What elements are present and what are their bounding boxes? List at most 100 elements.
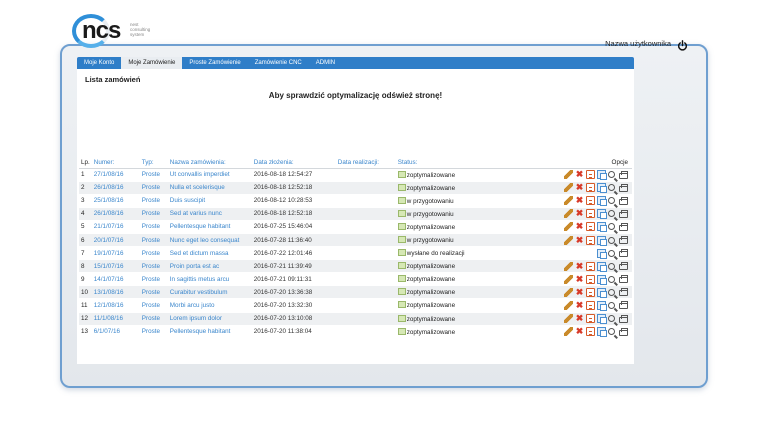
row-number[interactable]: 27/1/08/16	[91, 168, 140, 182]
copy-icon[interactable]	[597, 287, 607, 298]
zoom-icon[interactable]	[608, 223, 615, 231]
document-icon[interactable]	[586, 209, 595, 219]
row-name[interactable]: Sed et dictum massa	[167, 246, 252, 261]
power-icon[interactable]	[677, 38, 688, 51]
pencil-icon[interactable]	[564, 274, 573, 284]
delete-icon[interactable]: ✖	[575, 235, 584, 245]
print-icon[interactable]	[619, 209, 628, 218]
delete-icon[interactable]: ✖	[575, 314, 584, 323]
row-number[interactable]: 11/1/08/16	[91, 312, 140, 326]
zoom-icon[interactable]	[608, 236, 615, 244]
row-type[interactable]: Proste	[139, 246, 168, 261]
zoom-icon[interactable]	[608, 328, 615, 336]
zoom-icon[interactable]	[608, 275, 615, 283]
delete-icon[interactable]: ✖	[575, 274, 584, 284]
header-status[interactable]: Status:	[395, 157, 496, 169]
row-type[interactable]: Proste	[139, 312, 168, 326]
pencil-icon[interactable]	[564, 261, 573, 271]
row-name[interactable]: Pellentesque habitant	[167, 325, 252, 339]
document-icon[interactable]	[586, 170, 595, 180]
table-row[interactable]: 1 27/1/08/16 Proste Ut convallis imperdiet 2…	[79, 168, 632, 182]
row-name[interactable]: Sed at varius nunc	[167, 207, 252, 221]
document-icon[interactable]	[586, 235, 595, 245]
zoom-icon[interactable]	[608, 171, 615, 179]
row-number[interactable]: 26/1/08/16	[91, 181, 140, 195]
tab-zamowienie-cnc[interactable]: Zamówienie CNC	[248, 57, 309, 69]
row-type[interactable]: Proste	[139, 272, 168, 287]
zoom-icon[interactable]	[608, 315, 615, 323]
table-row[interactable]: 7 19/1/07/16 Proste Sed et dictum massa 2016…	[79, 246, 632, 261]
zoom-icon[interactable]	[608, 301, 615, 309]
document-icon[interactable]	[586, 261, 595, 271]
pencil-icon[interactable]	[564, 314, 573, 324]
table-row[interactable]: 9 14/1/07/16 Proste In sagittis metus arcu 2…	[79, 272, 632, 287]
row-name[interactable]: Nunc eget leo consequat	[167, 233, 252, 248]
print-icon[interactable]	[619, 327, 628, 336]
copy-icon[interactable]	[597, 314, 607, 325]
row-name[interactable]: Lorem ipsum dolor	[167, 312, 252, 326]
print-icon[interactable]	[619, 183, 628, 192]
row-number[interactable]: 20/1/07/16	[91, 233, 140, 248]
table-row[interactable]: 8 15/1/07/16 Proste Proin porta est ac 2016-…	[79, 259, 632, 274]
row-type[interactable]: Proste	[139, 168, 168, 182]
row-number[interactable]: 6/1/07/16	[91, 325, 140, 339]
zoom-icon[interactable]	[608, 184, 615, 192]
row-number[interactable]: 21/1/07/16	[91, 220, 140, 234]
pencil-icon[interactable]	[564, 327, 573, 337]
delete-icon[interactable]: ✖	[575, 170, 584, 179]
user-name[interactable]: Nazwa użytkownika	[605, 39, 671, 48]
document-icon[interactable]	[586, 287, 595, 297]
table-row[interactable]: 12 11/1/08/16 Proste Lorem ipsum dolor 2016-…	[79, 312, 632, 326]
header-created[interactable]: Data złożenia:	[251, 157, 336, 169]
copy-icon[interactable]	[597, 209, 607, 220]
copy-icon[interactable]	[597, 274, 607, 285]
document-icon[interactable]	[586, 222, 595, 232]
copy-icon[interactable]	[597, 196, 607, 207]
row-type[interactable]: Proste	[139, 220, 168, 234]
copy-icon[interactable]	[597, 183, 607, 194]
tab-moje-zamowienie[interactable]: Moje Zamówienie	[121, 57, 183, 69]
row-number[interactable]: 13/1/08/16	[91, 285, 140, 300]
table-row[interactable]: 10 13/1/08/16 Proste Curabitur vestibulum 20…	[79, 285, 632, 300]
tab-proste-zamowienie[interactable]: Proste Zamówienie	[182, 57, 247, 69]
print-icon[interactable]	[619, 222, 628, 231]
row-type[interactable]: Proste	[139, 298, 168, 313]
row-number[interactable]: 19/1/07/16	[91, 246, 140, 261]
header-name[interactable]: Nazwa zamówienia:	[167, 157, 252, 169]
zoom-icon[interactable]	[608, 197, 615, 205]
pencil-icon[interactable]	[564, 287, 573, 297]
copy-icon[interactable]	[597, 261, 607, 272]
table-row[interactable]: 13 6/1/07/16 Proste Pellentesque habitant 20…	[79, 325, 632, 339]
print-icon[interactable]	[619, 262, 628, 271]
row-type[interactable]: Proste	[139, 233, 168, 248]
table-row[interactable]: 3 25/1/08/16 Proste Duis suscipit 2016-08-12…	[79, 194, 632, 208]
pencil-icon[interactable]	[564, 235, 573, 245]
tab-admin[interactable]: ADMIN	[309, 57, 342, 69]
pencil-icon[interactable]	[564, 196, 573, 206]
header-realized[interactable]: Data realizacji:	[335, 157, 396, 169]
print-icon[interactable]	[619, 249, 628, 258]
row-name[interactable]: Curabitur vestibulum	[167, 285, 252, 300]
row-type[interactable]: Proste	[139, 259, 168, 274]
delete-icon[interactable]: ✖	[575, 327, 584, 336]
table-row[interactable]: 6 20/1/07/16 Proste Nunc eget leo consequat…	[79, 233, 632, 248]
pencil-icon[interactable]	[564, 209, 573, 219]
document-icon[interactable]	[586, 314, 595, 324]
delete-icon[interactable]: ✖	[575, 183, 584, 192]
row-type[interactable]: Proste	[139, 181, 168, 195]
row-type[interactable]: Proste	[139, 194, 168, 208]
row-name[interactable]: Nulla et scelerisque	[167, 181, 252, 195]
table-row[interactable]: 2 26/1/08/16 Proste Nulla et scelerisque 201…	[79, 181, 632, 195]
row-name[interactable]: In sagittis metus arcu	[167, 272, 252, 287]
print-icon[interactable]	[619, 170, 628, 179]
copy-icon[interactable]	[597, 248, 607, 259]
delete-icon[interactable]: ✖	[575, 261, 584, 271]
pencil-icon[interactable]	[564, 222, 573, 232]
print-icon[interactable]	[619, 275, 628, 284]
delete-icon[interactable]: ✖	[575, 196, 584, 205]
pencil-icon[interactable]	[564, 170, 573, 180]
pencil-icon[interactable]	[564, 300, 573, 310]
document-icon[interactable]	[586, 183, 595, 193]
delete-icon[interactable]: ✖	[575, 222, 584, 231]
header-number[interactable]: Numer:	[91, 157, 140, 169]
